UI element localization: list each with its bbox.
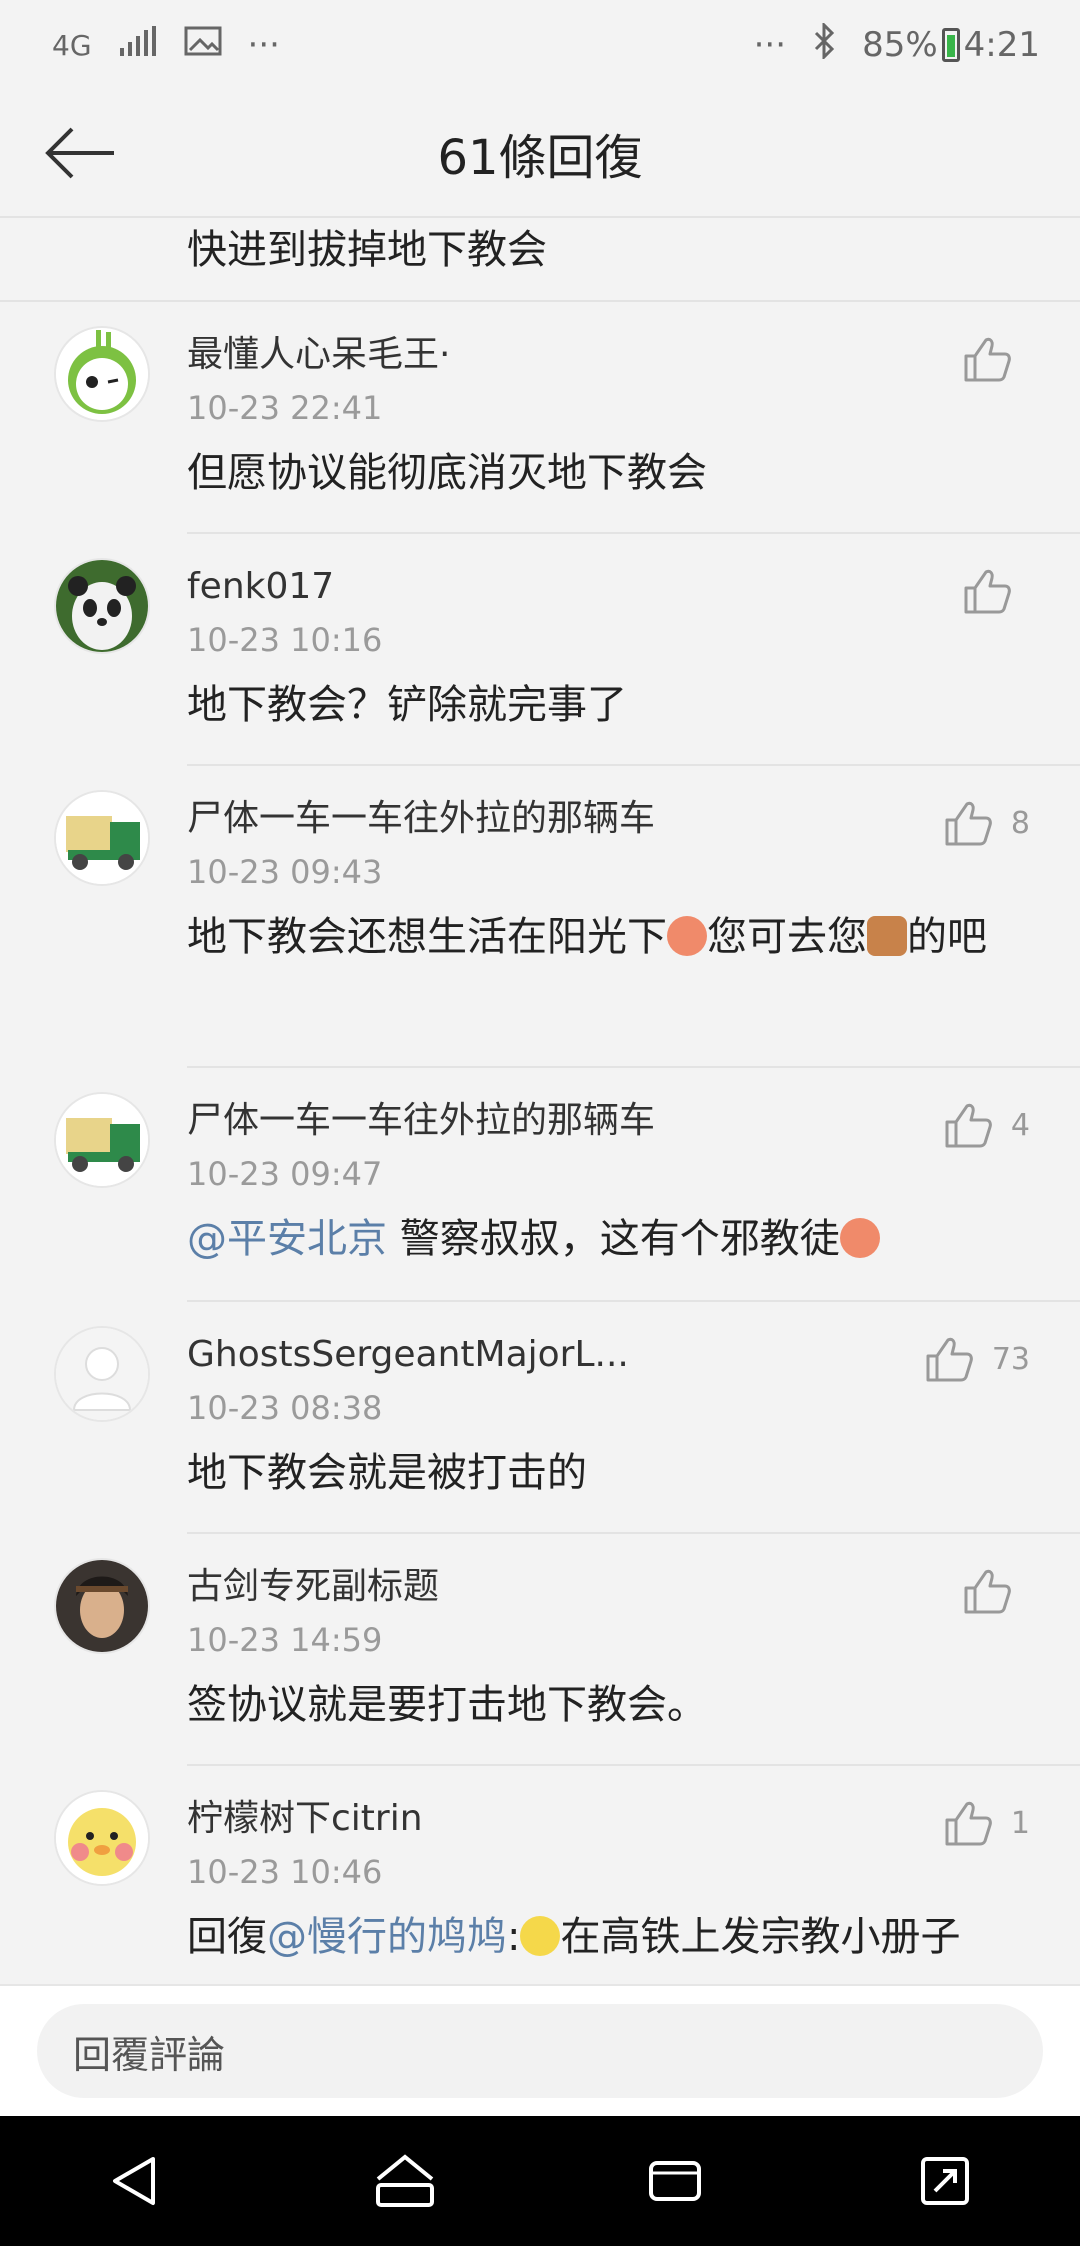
thumbs-up-icon xyxy=(964,1569,1011,1614)
timestamp: 10-23 14:59 xyxy=(187,1621,383,1659)
thumbs-up-icon xyxy=(945,1103,992,1148)
battery-icon xyxy=(941,28,960,62)
like-button[interactable]: 4 xyxy=(943,1100,1030,1150)
like-button[interactable]: 8 xyxy=(943,798,1030,848)
like-button[interactable]: 73 xyxy=(924,1334,1030,1384)
like-button[interactable]: 1 xyxy=(943,1798,1030,1848)
timestamp: 10-23 09:43 xyxy=(187,853,383,891)
nav-back-button[interactable] xyxy=(95,2141,175,2221)
like-button[interactable] xyxy=(962,1566,1030,1616)
status-right: ··· 85% 4:21 xyxy=(753,20,1040,68)
comment-text-part: 您可去您 xyxy=(707,914,867,960)
status-bar: 4G ··· ··· 85% 4:21 xyxy=(0,0,1080,90)
like-count: 1 xyxy=(1010,1805,1030,1841)
comment-item[interactable]: 尸体一车一车往外拉的那辆车 10-23 09:47 @平安北京 警察叔叔，这有个… xyxy=(0,1068,1080,1302)
grinning-face-emoji-icon xyxy=(839,1218,880,1258)
like-count: 73 xyxy=(991,1341,1030,1377)
expand-icon xyxy=(921,2157,969,2205)
comment-text: 地下教会就是被打击的 xyxy=(187,1450,587,1496)
like-count: 8 xyxy=(1010,805,1030,841)
timestamp: 10-23 22:41 xyxy=(187,389,383,427)
comment-item[interactable]: 最懂人心呆毛王· 10-23 22:41 但愿协议能彻底消灭地下教会 xyxy=(0,302,1080,534)
thumbs-up-icon xyxy=(945,1801,992,1846)
reply-prefix: 回復 xyxy=(187,1914,267,1960)
grinning-face-emoji-icon xyxy=(667,916,707,956)
comment-item[interactable]: 尸体一车一车往外拉的那辆车 10-23 09:43 地下教会还想生活在阳光下 您可… xyxy=(0,766,1080,1068)
comment-text: 地下教会还想生活在阳光下 您可去您 的吧 xyxy=(187,904,1080,970)
avatar[interactable] xyxy=(54,558,150,654)
system-nav-bar xyxy=(0,2116,1080,2246)
like-button[interactable] xyxy=(962,566,1030,616)
comment-text: 但愿协议能彻底消灭地下教会 xyxy=(187,450,707,496)
reply-input[interactable]: 回覆評論 xyxy=(37,2004,1043,2098)
comment-text-part: 警察叔叔，这有个邪教徒 xyxy=(387,1216,840,1262)
smiley-emoji-icon xyxy=(520,1916,561,1956)
more-status: ··· xyxy=(753,25,787,65)
comment-text-part: 在高铁上发宗教小册子 xyxy=(560,1914,961,1960)
nav-home-button[interactable] xyxy=(365,2141,445,2221)
clock: 4:21 xyxy=(963,25,1040,65)
comment-item[interactable]: 柠檬树下citrin 10-23 10:46 回復@慢行的鸠鸠: 在高铁上发宗教小… xyxy=(0,1766,1080,1984)
timestamp: 10-23 10:46 xyxy=(187,1853,383,1891)
username[interactable]: 古剑专死副标题 xyxy=(187,1560,1080,1614)
comment-list[interactable]: 快进到拔掉地下教会 最懂人心呆毛王· 10-23 22:41 但愿协议能彻底消灭… xyxy=(0,218,1080,1984)
like-button[interactable] xyxy=(962,334,1030,384)
reply-bar: 回覆評論 xyxy=(0,1984,1080,2116)
image-icon xyxy=(184,25,222,65)
thumbs-up-icon xyxy=(945,801,992,846)
avatar[interactable] xyxy=(54,326,150,422)
timestamp: 10-23 08:38 xyxy=(187,1389,383,1427)
comment-text: 回復@慢行的鸠鸠: 在高铁上发宗教小册子 xyxy=(187,1904,1080,1970)
home-icon xyxy=(376,2154,434,2207)
avatar[interactable] xyxy=(54,1790,150,1886)
thumbs-up-icon xyxy=(926,1337,973,1382)
mention-link[interactable]: @平安北京 xyxy=(187,1216,387,1262)
recents-icon xyxy=(649,2161,701,2201)
header: 61條回復 xyxy=(0,90,1080,218)
comment-item[interactable]: GhostsSergeantMajorL... 10-23 08:38 地下教会… xyxy=(0,1302,1080,1534)
triangle-back-icon xyxy=(113,2157,155,2205)
page-title: 61條回復 xyxy=(437,130,643,186)
avatar[interactable] xyxy=(54,790,150,886)
avatar[interactable] xyxy=(54,1092,150,1188)
battery-percent: 85% xyxy=(862,25,938,65)
comment-item[interactable]: 古剑专死副标题 10-23 14:59 签协议就是要打击地下教会。 xyxy=(0,1534,1080,1766)
bluetooth-icon xyxy=(812,20,836,68)
network-indicator: 4G xyxy=(52,28,92,62)
comment-text: 签协议就是要打击地下教会。 xyxy=(187,1682,707,1728)
thumbs-up-icon xyxy=(964,569,1011,614)
comment-text-part: 地下教会还想生活在阳光下 xyxy=(187,914,667,960)
comment-text: @平安北京 警察叔叔，这有个邪教徒 xyxy=(187,1206,1080,1272)
back-button[interactable] xyxy=(40,118,120,188)
nav-screen-expand-button[interactable] xyxy=(905,2141,985,2221)
comment-item[interactable]: fenk017 10-23 10:16 地下教会？铲除就完事了 xyxy=(0,534,1080,766)
mention-link[interactable]: @慢行的鸠鸠 xyxy=(267,1914,507,1960)
horse-emoji-icon xyxy=(867,916,907,956)
status-left: 4G ··· xyxy=(52,25,280,65)
previous-comment-text: 快进到拔掉地下教会 xyxy=(0,218,1080,302)
signal-icon xyxy=(118,25,158,65)
nav-recents-button[interactable] xyxy=(635,2141,715,2221)
more-notifications: ··· xyxy=(247,25,280,65)
comment-text-part: 的吧 xyxy=(907,914,987,960)
avatar[interactable] xyxy=(54,1326,150,1422)
username[interactable]: fenk017 xyxy=(187,560,1080,614)
like-count: 4 xyxy=(1010,1107,1030,1143)
timestamp: 10-23 09:47 xyxy=(187,1155,383,1193)
comment-text: 地下教会？铲除就完事了 xyxy=(187,682,627,728)
colon: : xyxy=(507,1914,521,1960)
avatar[interactable] xyxy=(54,1558,150,1654)
timestamp: 10-23 10:16 xyxy=(187,621,383,659)
thumbs-up-icon xyxy=(964,337,1011,382)
username[interactable]: 最懂人心呆毛王· xyxy=(187,328,1080,382)
back-arrow-icon xyxy=(45,127,114,179)
